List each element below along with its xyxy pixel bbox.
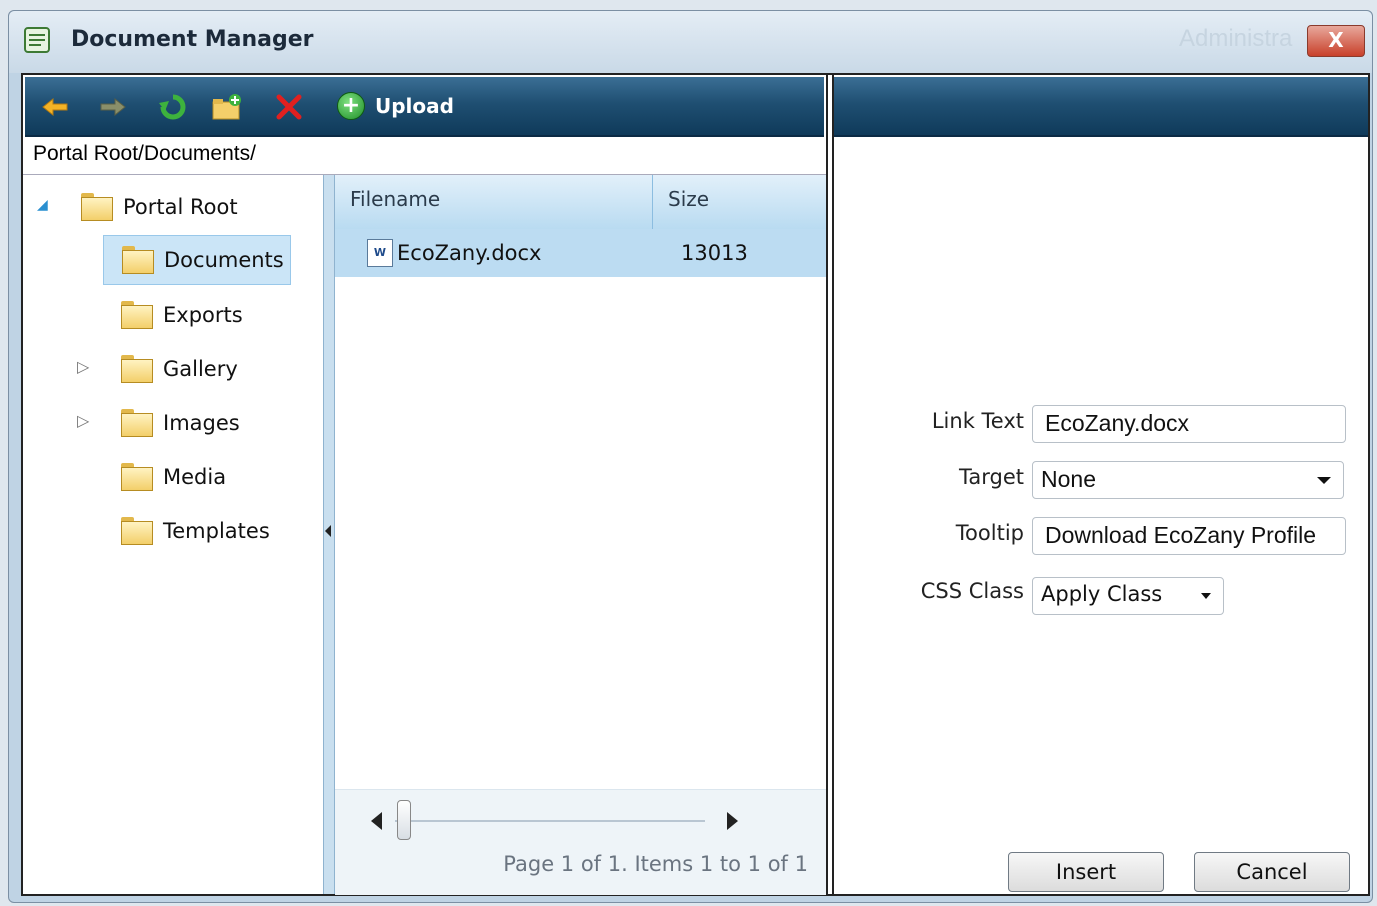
folder-tree: ◢ Portal Root Documents Exports ▷ Galler… <box>23 175 323 894</box>
tree-item-images[interactable]: Images <box>121 403 240 443</box>
folder-icon <box>122 246 154 274</box>
chevron-down-icon <box>1317 477 1331 484</box>
insert-button[interactable]: Insert <box>1008 852 1164 892</box>
word-doc-icon: W <box>367 239 393 267</box>
column-header-filename[interactable]: Filename <box>335 175 653 229</box>
folder-icon <box>121 409 153 437</box>
new-folder-icon[interactable] <box>211 93 243 121</box>
expand-arrow-icon[interactable]: ▷ <box>77 411 89 430</box>
back-arrow-icon[interactable] <box>39 93 71 121</box>
target-select[interactable]: None <box>1032 461 1344 499</box>
refresh-icon[interactable] <box>157 93 189 121</box>
tree-item-portal-root[interactable]: Portal Root <box>81 187 238 227</box>
upload-button[interactable]: + Upload <box>337 89 454 123</box>
file-toolbar: + Upload <box>25 77 824 137</box>
column-header-size[interactable]: Size <box>653 175 826 229</box>
link-text-input[interactable]: EcoZany.docx <box>1032 405 1346 443</box>
folder-icon <box>81 193 113 221</box>
delete-icon[interactable] <box>273 93 305 121</box>
collapse-pane-icon[interactable] <box>325 525 331 537</box>
breadcrumb-path: Portal Root/Documents/ <box>23 139 826 175</box>
tree-item-templates[interactable]: Templates <box>121 511 270 551</box>
window-title: Document Manager <box>71 27 314 52</box>
tree-item-label: Documents <box>164 248 284 272</box>
target-label: Target <box>959 465 1024 489</box>
tree-item-documents[interactable]: Documents <box>103 235 291 285</box>
folder-icon <box>121 517 153 545</box>
css-class-select-value: Apply Class <box>1041 582 1163 606</box>
pager-info: Page 1 of 1. Items 1 to 1 of 1 <box>503 852 808 876</box>
tree-item-label: Templates <box>163 519 270 543</box>
properties-toolbar <box>834 77 1368 137</box>
link-properties-panel: Link Text EcoZany.docx Target None Toolt… <box>832 75 1370 894</box>
folder-icon <box>121 463 153 491</box>
css-class-label: CSS Class <box>920 579 1024 603</box>
grid-pager: Page 1 of 1. Items 1 to 1 of 1 <box>335 789 826 895</box>
forward-arrow-icon[interactable] <box>97 93 129 121</box>
link-text-label: Link Text <box>931 409 1024 433</box>
pager-next-icon[interactable] <box>727 812 738 830</box>
upload-icon: + <box>337 92 365 120</box>
pager-slider-track[interactable] <box>395 820 705 822</box>
tooltip-label: Tooltip <box>955 521 1024 545</box>
target-select-value: None <box>1041 466 1096 492</box>
folder-icon <box>121 301 153 329</box>
tooltip-input[interactable]: Download EcoZany Profile <box>1032 517 1346 555</box>
grid-header: Filename Size <box>335 175 826 230</box>
tree-item-label: Gallery <box>163 357 238 381</box>
tree-item-label: Exports <box>163 303 243 327</box>
table-row[interactable]: W EcoZany.docx 13013 <box>335 229 826 277</box>
file-browser-panel: + Upload Portal Root/Documents/ ◢ Portal… <box>23 75 828 895</box>
cancel-button[interactable]: Cancel <box>1194 852 1350 892</box>
document-manager-window: Document Manager Administra X + Upload P… <box>8 10 1373 903</box>
document-manager-icon <box>24 27 50 53</box>
css-class-select[interactable]: Apply Class <box>1032 577 1224 615</box>
tree-item-label: Media <box>163 465 227 489</box>
close-button[interactable]: X <box>1307 25 1365 57</box>
background-admin-text: Administra <box>1179 25 1293 52</box>
pager-slider-thumb[interactable] <box>397 800 411 840</box>
filename-cell: EcoZany.docx <box>397 241 542 265</box>
tree-item-label: Portal Root <box>123 195 238 219</box>
collapse-arrow-icon[interactable]: ◢ <box>37 197 48 213</box>
size-cell: 13013 <box>681 241 748 265</box>
pager-prev-icon[interactable] <box>371 812 382 830</box>
expand-arrow-icon[interactable]: ▷ <box>77 357 89 376</box>
pane-splitter[interactable] <box>323 175 335 894</box>
folder-icon <box>121 355 153 383</box>
chevron-down-icon <box>1201 593 1211 599</box>
dialog-content: + Upload Portal Root/Documents/ ◢ Portal… <box>21 73 1370 896</box>
upload-label: Upload <box>375 94 454 118</box>
tree-item-exports[interactable]: Exports <box>121 295 243 335</box>
tree-item-label: Images <box>163 411 240 435</box>
tree-item-media[interactable]: Media <box>121 457 226 497</box>
tree-item-gallery[interactable]: Gallery <box>121 349 238 389</box>
title-bar[interactable]: Document Manager Administra X <box>9 11 1372 73</box>
file-grid: Filename Size W EcoZany.docx 13013 Page … <box>335 175 826 895</box>
